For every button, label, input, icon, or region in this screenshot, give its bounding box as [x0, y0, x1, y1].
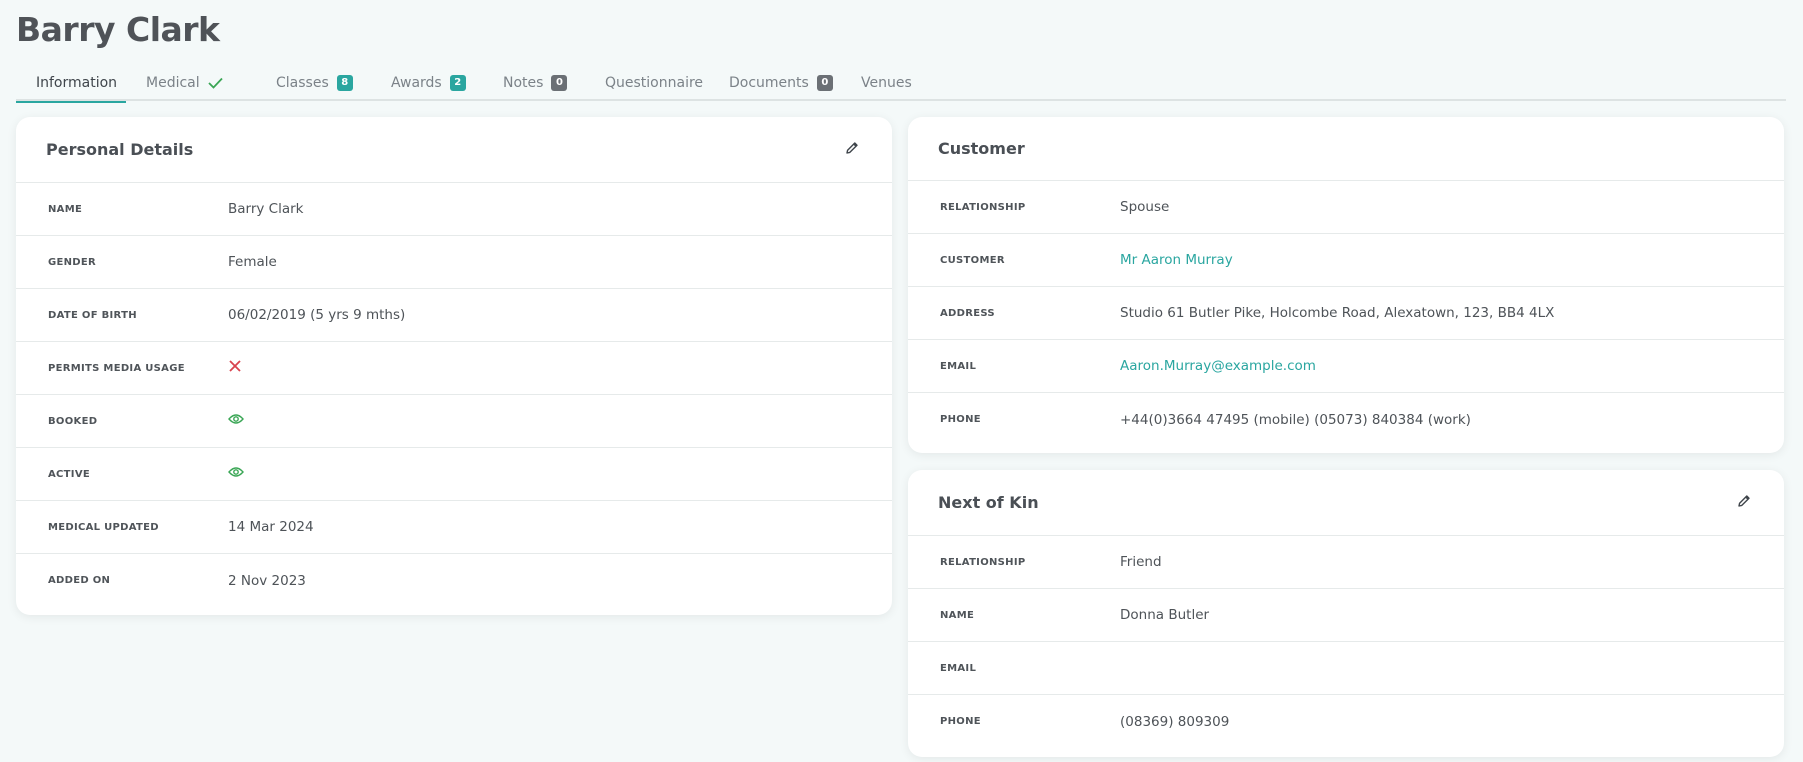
pencil-icon: [1737, 493, 1751, 512]
detail-row-date-of-birth: DATE OF BIRTH 06/02/2019 (5 yrs 9 mths): [16, 289, 892, 342]
row-value: 14 Mar 2024: [228, 519, 314, 535]
row-label: MEDICAL UPDATED: [48, 521, 159, 533]
row-value: 2 Nov 2023: [228, 572, 306, 589]
count-badge: 2: [449, 74, 466, 91]
cross-icon: [228, 359, 242, 377]
tab-questionnaire[interactable]: Questionnaire: [585, 64, 709, 101]
tab-label: Awards: [391, 74, 442, 91]
tab-label: Information: [36, 74, 118, 91]
personal-details-card: Personal Details NAME Barry Clark GENDER…: [16, 117, 892, 615]
tab-label: Documents: [729, 74, 809, 91]
row-value: +44(0)3664 47495 (mobile) (05073) 840384…: [1120, 411, 1471, 428]
row-label: RELATIONSHIP: [940, 556, 1026, 568]
tab-label: Medical: [146, 74, 200, 91]
row-label: GENDER: [48, 256, 97, 268]
detail-row-active: ACTIVE: [16, 448, 892, 501]
card-header: Customer: [908, 117, 1784, 181]
row-value: Friend: [1120, 554, 1162, 570]
eye-icon: [228, 413, 244, 429]
edit-kin-button[interactable]: [1734, 493, 1754, 513]
card-title: Customer: [938, 139, 1025, 158]
tab-classes[interactable]: Classes 8: [256, 64, 371, 101]
tab-label: Notes: [503, 74, 544, 91]
detail-row-permits-media: PERMITS MEDIA USAGE: [16, 342, 892, 395]
row-value: Studio 61 Butler Pike, Holcombe Road, Al…: [1120, 305, 1555, 321]
count-badge: 0: [551, 74, 568, 91]
tab-label: Classes: [276, 74, 329, 91]
check-icon: [208, 77, 223, 89]
detail-row-relationship: RELATIONSHIP Friend: [908, 536, 1784, 589]
count-badge: 8: [336, 74, 353, 91]
card-title: Personal Details: [46, 140, 194, 159]
tab-label: Questionnaire: [605, 74, 704, 91]
pencil-icon: [845, 140, 859, 159]
tab-label: Venues: [861, 74, 912, 91]
next-of-kin-card: Next of Kin RELATIONSHIP Friend NAME Don…: [908, 470, 1784, 757]
detail-row-email: EMAIL: [908, 642, 1784, 695]
customer-card: Customer RELATIONSHIP Spouse CUSTOMER Mr…: [908, 117, 1784, 453]
eye-icon: [228, 466, 244, 482]
detail-row-customer: CUSTOMER Mr Aaron Murray: [908, 234, 1784, 287]
email-link[interactable]: Aaron.Murray@example.com: [1120, 358, 1316, 374]
row-label: ACTIVE: [48, 468, 90, 480]
detail-row-relationship: RELATIONSHIP Spouse: [908, 181, 1784, 234]
detail-row-email: EMAIL Aaron.Murray@example.com: [908, 340, 1784, 393]
row-label: NAME: [940, 609, 975, 621]
tab-awards[interactable]: Awards 2: [371, 64, 483, 101]
row-label: DATE OF BIRTH: [48, 309, 137, 321]
row-label: CUSTOMER: [940, 254, 1005, 266]
row-label: PERMITS MEDIA USAGE: [48, 362, 185, 374]
tab-medical[interactable]: Medical: [126, 64, 256, 101]
count-badge: 0: [816, 74, 833, 91]
tab-notes[interactable]: Notes 0: [483, 64, 585, 101]
card-header: Next of Kin: [908, 470, 1784, 536]
detail-row-phone: PHONE (08369) 809309: [908, 695, 1784, 748]
row-value: (08369) 809309: [1120, 713, 1230, 730]
row-label: PHONE: [940, 414, 981, 425]
row-label: ADDRESS: [940, 307, 995, 319]
row-value: Spouse: [1120, 199, 1170, 215]
tab-information[interactable]: Information: [16, 64, 126, 103]
row-value: Female: [228, 254, 277, 270]
card-title: Next of Kin: [938, 493, 1039, 512]
detail-row-booked: BOOKED: [16, 395, 892, 448]
tab-documents[interactable]: Documents 0: [709, 64, 841, 101]
tab-bar: Information Medical Classes 8 Awards 2 N…: [16, 64, 1786, 103]
row-label: PHONE: [940, 716, 981, 727]
detail-row-added-on: ADDED ON 2 Nov 2023: [16, 554, 892, 607]
detail-row-phone: PHONE +44(0)3664 47495 (mobile) (05073) …: [908, 393, 1784, 446]
page-title: Barry Clark: [16, 10, 220, 49]
tab-venues[interactable]: Venues: [841, 64, 929, 101]
row-label: EMAIL: [940, 360, 977, 372]
edit-personal-button[interactable]: [842, 140, 862, 160]
detail-row-medical-updated: MEDICAL UPDATED 14 Mar 2024: [16, 501, 892, 554]
detail-row-gender: GENDER Female: [16, 236, 892, 289]
row-value: Donna Butler: [1120, 607, 1210, 623]
row-label: ADDED ON: [48, 575, 111, 586]
row-label: RELATIONSHIP: [940, 201, 1026, 213]
customer-link[interactable]: Mr Aaron Murray: [1120, 252, 1233, 268]
row-label: EMAIL: [940, 662, 977, 674]
detail-row-name: NAME Barry Clark: [16, 183, 892, 236]
row-value: Barry Clark: [228, 201, 304, 217]
row-label: NAME: [48, 203, 83, 215]
detail-row-address: ADDRESS Studio 61 Butler Pike, Holcombe …: [908, 287, 1784, 340]
row-value: 06/02/2019 (5 yrs 9 mths): [228, 307, 406, 323]
detail-row-name: NAME Donna Butler: [908, 589, 1784, 642]
card-header: Personal Details: [16, 117, 892, 183]
row-label: BOOKED: [48, 415, 98, 427]
